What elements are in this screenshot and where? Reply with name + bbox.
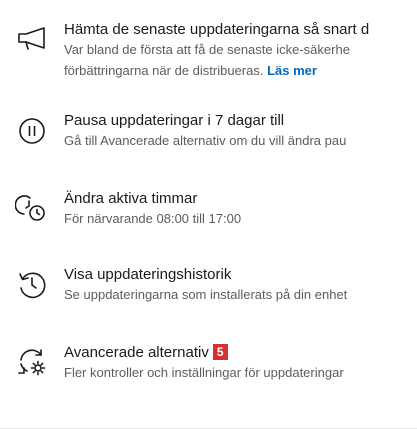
get-latest-updates-desc-2: förbättringarna när de distribueras. Läs… xyxy=(64,63,317,78)
advanced-options-desc: Fler kontroller och inställningar för up… xyxy=(64,365,344,380)
update-history-title: Visa uppdateringshistorik xyxy=(64,266,232,283)
pause-icon xyxy=(15,114,49,148)
notification-badge: 5 xyxy=(212,344,228,360)
get-latest-updates-item[interactable]: Hämta de senaste uppdateringarna så snar… xyxy=(0,18,417,88)
active-hours-title: Ändra aktiva timmar xyxy=(64,190,198,207)
get-latest-updates-title: Hämta de senaste uppdateringarna så snar… xyxy=(64,21,370,38)
learn-more-link[interactable]: Läs mer xyxy=(267,63,317,78)
advanced-options-icon xyxy=(15,345,49,379)
pause-updates-title: Pausa uppdateringar i 7 dagar till xyxy=(64,112,285,129)
active-hours-desc: För närvarande 08:00 till 17:00 xyxy=(64,211,242,226)
pause-updates-desc: Gå till Avancerade alternativ om du vill… xyxy=(64,133,347,148)
update-history-item[interactable]: Visa uppdateringshistorik Se uppdatering… xyxy=(0,262,417,324)
pause-updates-item[interactable]: Pausa uppdateringar i 7 dagar till Gå ti… xyxy=(0,108,417,170)
advanced-options-title: Avancerade alternativ xyxy=(64,344,209,361)
history-icon xyxy=(15,267,49,301)
advanced-options-title-row: Avancerade alternativ 5 xyxy=(64,343,417,362)
update-history-desc: Se uppdateringarna som installerats på d… xyxy=(64,287,348,302)
active-hours-item[interactable]: Ändra aktiva timmar För närvarande 08:00… xyxy=(0,186,417,248)
get-latest-updates-desc: Var bland de första att få de senaste ic… xyxy=(64,42,350,57)
active-hours-icon xyxy=(15,191,49,225)
advanced-options-item[interactable]: Avancerade alternativ 5 Fler kontroller o… xyxy=(0,340,417,402)
megaphone-icon xyxy=(15,21,49,55)
